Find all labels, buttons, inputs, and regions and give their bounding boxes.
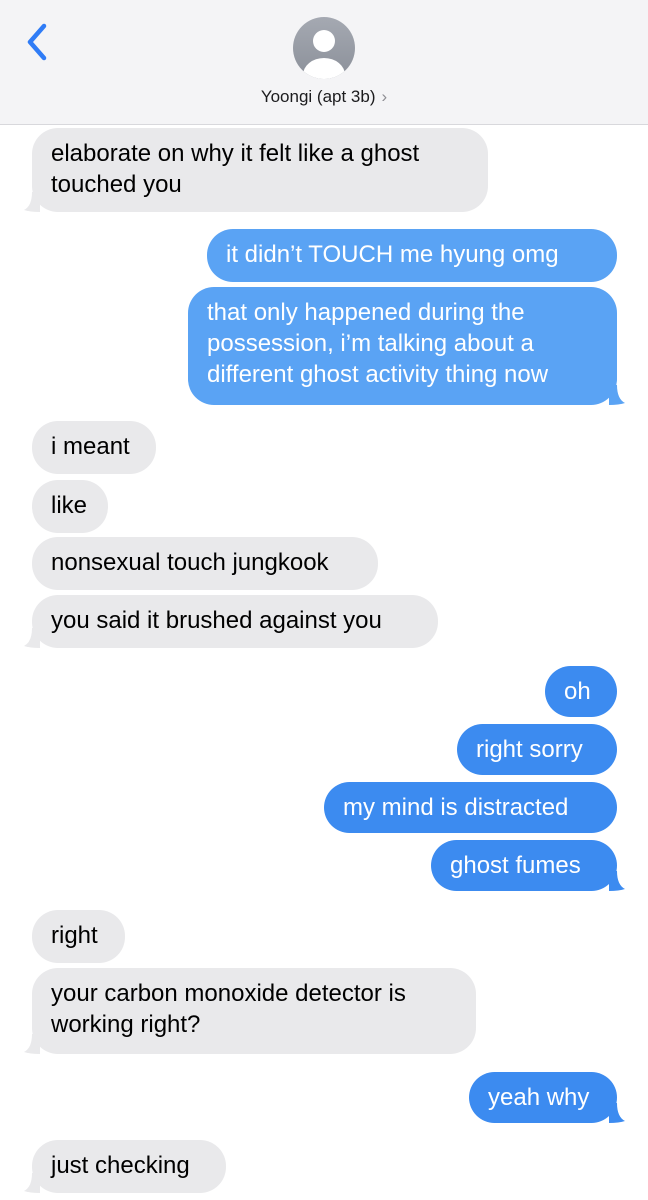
avatar[interactable] <box>293 17 355 79</box>
bubble-tail <box>24 1034 40 1054</box>
bubble-tail <box>609 1103 625 1123</box>
bubble-tail <box>24 192 40 212</box>
message-bubble-received[interactable]: elaborate on why it felt like a ghost to… <box>32 128 488 212</box>
messages-screen: Yoongi (apt 3b) › elaborate on why it fel… <box>0 0 648 1200</box>
message-bubble-received[interactable]: you said it brushed against you <box>32 595 438 648</box>
chevron-right-icon: › <box>381 87 388 106</box>
chevron-left-icon <box>27 23 47 61</box>
message-bubble-sent[interactable]: ghost fumes <box>431 840 617 891</box>
back-button[interactable] <box>22 20 54 64</box>
conversation-header: Yoongi (apt 3b) › <box>0 0 648 125</box>
message-bubble-received[interactable]: nonsexual touch jungkook <box>32 537 378 590</box>
bubble-tail <box>24 628 40 648</box>
person-silhouette-icon <box>303 30 345 79</box>
message-bubble-sent[interactable]: it didn’t TOUCH me hyung omg <box>207 229 617 282</box>
message-bubble-sent[interactable]: yeah why <box>469 1072 617 1123</box>
bubble-tail <box>24 1173 40 1193</box>
contact-name-button[interactable]: Yoongi (apt 3b) › <box>0 87 648 107</box>
bubble-tail <box>609 385 625 405</box>
message-bubble-received[interactable]: right <box>32 910 125 963</box>
message-bubble-sent[interactable]: my mind is distracted <box>324 782 617 833</box>
message-bubble-received[interactable]: i meant <box>32 421 156 474</box>
message-bubble-sent[interactable]: right sorry <box>457 724 617 775</box>
message-bubble-sent[interactable]: oh <box>545 666 617 717</box>
bubble-tail <box>609 871 625 891</box>
message-bubble-received[interactable]: your carbon monoxide detector is working… <box>32 968 476 1054</box>
message-bubble-sent[interactable]: that only happened during the possession… <box>188 287 617 405</box>
contact-name: Yoongi (apt 3b) <box>260 87 376 106</box>
message-bubble-received[interactable]: just checking <box>32 1140 226 1193</box>
message-bubble-received[interactable]: like <box>32 480 108 533</box>
